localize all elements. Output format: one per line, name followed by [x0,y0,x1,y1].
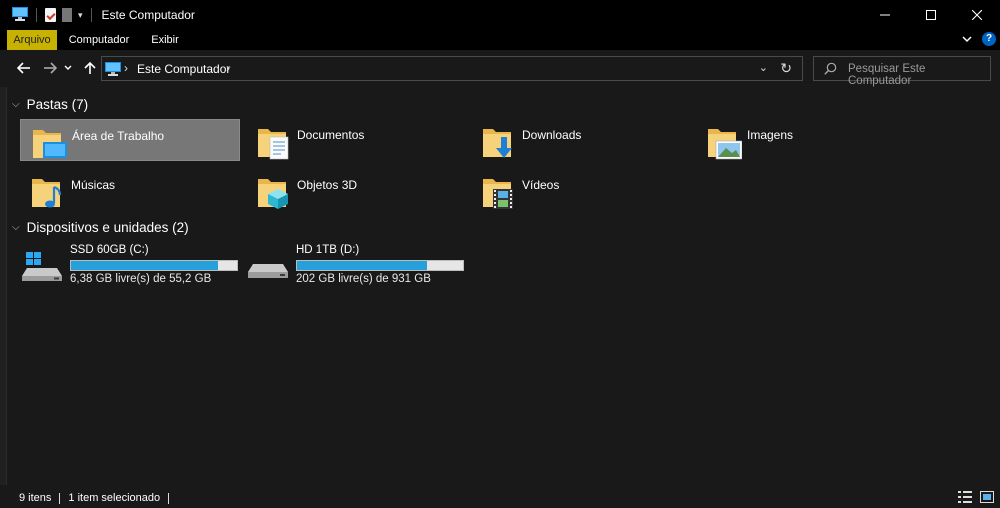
folder-videos[interactable]: Vídeos [471,169,691,211]
selection-count: 1 item selecionado [68,492,161,504]
folder-label: Músicas [71,178,116,192]
drive-name: SSD 60GB (C:) [70,244,149,256]
breadcrumb-chevron-icon[interactable]: › [124,61,128,75]
qat-dropdown-icon[interactable]: ▾ [78,10,83,21]
up-button[interactable] [80,58,100,78]
maximize-button[interactable] [908,0,954,30]
quick-access-toolbar: ▾ [0,0,94,30]
collapse-chevron-icon[interactable]: ⌵ [12,222,20,233]
large-icons-view-icon[interactable] [980,491,994,503]
folder-documents[interactable]: Documentos [246,119,466,161]
back-arrow-icon [17,62,30,74]
drive-usage-bar [70,260,238,271]
details-view-icon[interactable] [958,491,972,503]
close-icon [972,10,982,20]
maximize-icon [926,10,936,20]
drive-usage-fill [71,261,218,270]
pictures-folder-icon [708,129,742,160]
new-folder-icon[interactable] [62,8,72,22]
documents-folder-icon [258,129,289,160]
navigation-pane[interactable] [0,87,7,485]
tab-arquivo[interactable]: Arquivo [7,30,57,50]
expand-ribbon-icon[interactable] [962,35,972,43]
computer-icon [105,62,121,79]
downloads-folder-icon [483,129,512,158]
address-bar[interactable]: › Este Computador › ⌄ ↻ [101,56,803,81]
back-button[interactable] [14,58,34,78]
up-arrow-icon [84,61,96,74]
address-dropdown-icon[interactable]: ⌄ [759,61,768,74]
folder-label: Objetos 3D [297,178,358,192]
window-title: Este Computador [101,8,195,22]
folder-label: Área de Trabalho [72,129,165,143]
hard-drive-icon [248,264,288,278]
computer-icon[interactable] [12,6,28,24]
breadcrumb-chevron-icon[interactable]: › [226,61,230,75]
drive-usage-bar [296,260,464,271]
help-icon[interactable]: ? [982,32,996,46]
group-header-drives[interactable]: ⌵ Dispositivos e unidades (2) [12,220,189,235]
forward-button[interactable] [40,58,60,78]
breadcrumb-este-computador[interactable]: Este Computador [137,62,230,76]
ribbon: Arquivo Computador Exibir ? [0,30,1000,50]
search-icon [824,62,837,78]
folder-label: Imagens [747,128,794,142]
properties-icon[interactable] [45,8,56,22]
folder-label: Documentos [297,128,365,142]
group-header-label: Dispositivos e unidades (2) [26,220,189,235]
folder-desktop[interactable]: Área de Trabalho [20,119,240,161]
status-bar: 9 itens 1 item selecionado [0,488,1000,508]
3d-objects-folder-icon [258,179,288,209]
status-separator [168,492,170,504]
status-separator [59,492,61,504]
videos-folder-icon [483,179,513,209]
chevron-down-icon [64,65,72,70]
item-count: 9 itens [19,492,52,504]
group-header-label: Pastas (7) [26,97,89,112]
search-placeholder: Pesquisar Este Computador [848,63,926,87]
tab-exibir[interactable]: Exibir [146,30,184,50]
folder-3d-objects[interactable]: Objetos 3D [246,169,466,211]
desktop-folder-icon [33,130,67,158]
recent-locations-button[interactable] [61,58,75,78]
drive-free-space: 202 GB livre(s) de 931 GB [296,273,431,285]
title-bar: ▾ Este Computador [0,0,1000,30]
minimize-button[interactable] [862,0,908,30]
drive-usage-fill [297,261,427,270]
drive-d[interactable]: HD 1TB (D:) 202 GB livre(s) de 931 GB [243,244,468,285]
refresh-icon[interactable]: ↻ [780,60,792,77]
folder-pictures[interactable]: Imagens [696,119,916,161]
search-box[interactable]: Pesquisar Este Computador [813,56,991,87]
group-header-folders[interactable]: ⌵ Pastas (7) [12,97,88,112]
close-button[interactable] [954,0,1000,30]
minimize-icon [880,14,890,16]
folder-downloads[interactable]: Downloads [471,119,691,161]
drive-free-space: 6,38 GB livre(s) de 55,2 GB [70,273,212,285]
drive-name: HD 1TB (D:) [296,244,360,256]
tab-computador[interactable]: Computador [64,30,134,50]
qat-separator [90,8,92,22]
windows-drive-icon [22,252,62,281]
folder-label: Downloads [522,128,582,142]
file-view: ⌵ Pastas (7) Área de Trabalho Documentos [8,87,1000,488]
drive-c[interactable]: SSD 60GB (C:) 6,38 GB livre(s) de 55,2 G… [17,244,242,285]
folder-music[interactable]: Músicas [20,169,240,211]
music-folder-icon [32,179,62,208]
collapse-chevron-icon[interactable]: ⌵ [12,99,20,110]
folder-label: Vídeos [522,178,560,192]
forward-arrow-icon [44,62,57,74]
qat-separator [36,8,37,22]
